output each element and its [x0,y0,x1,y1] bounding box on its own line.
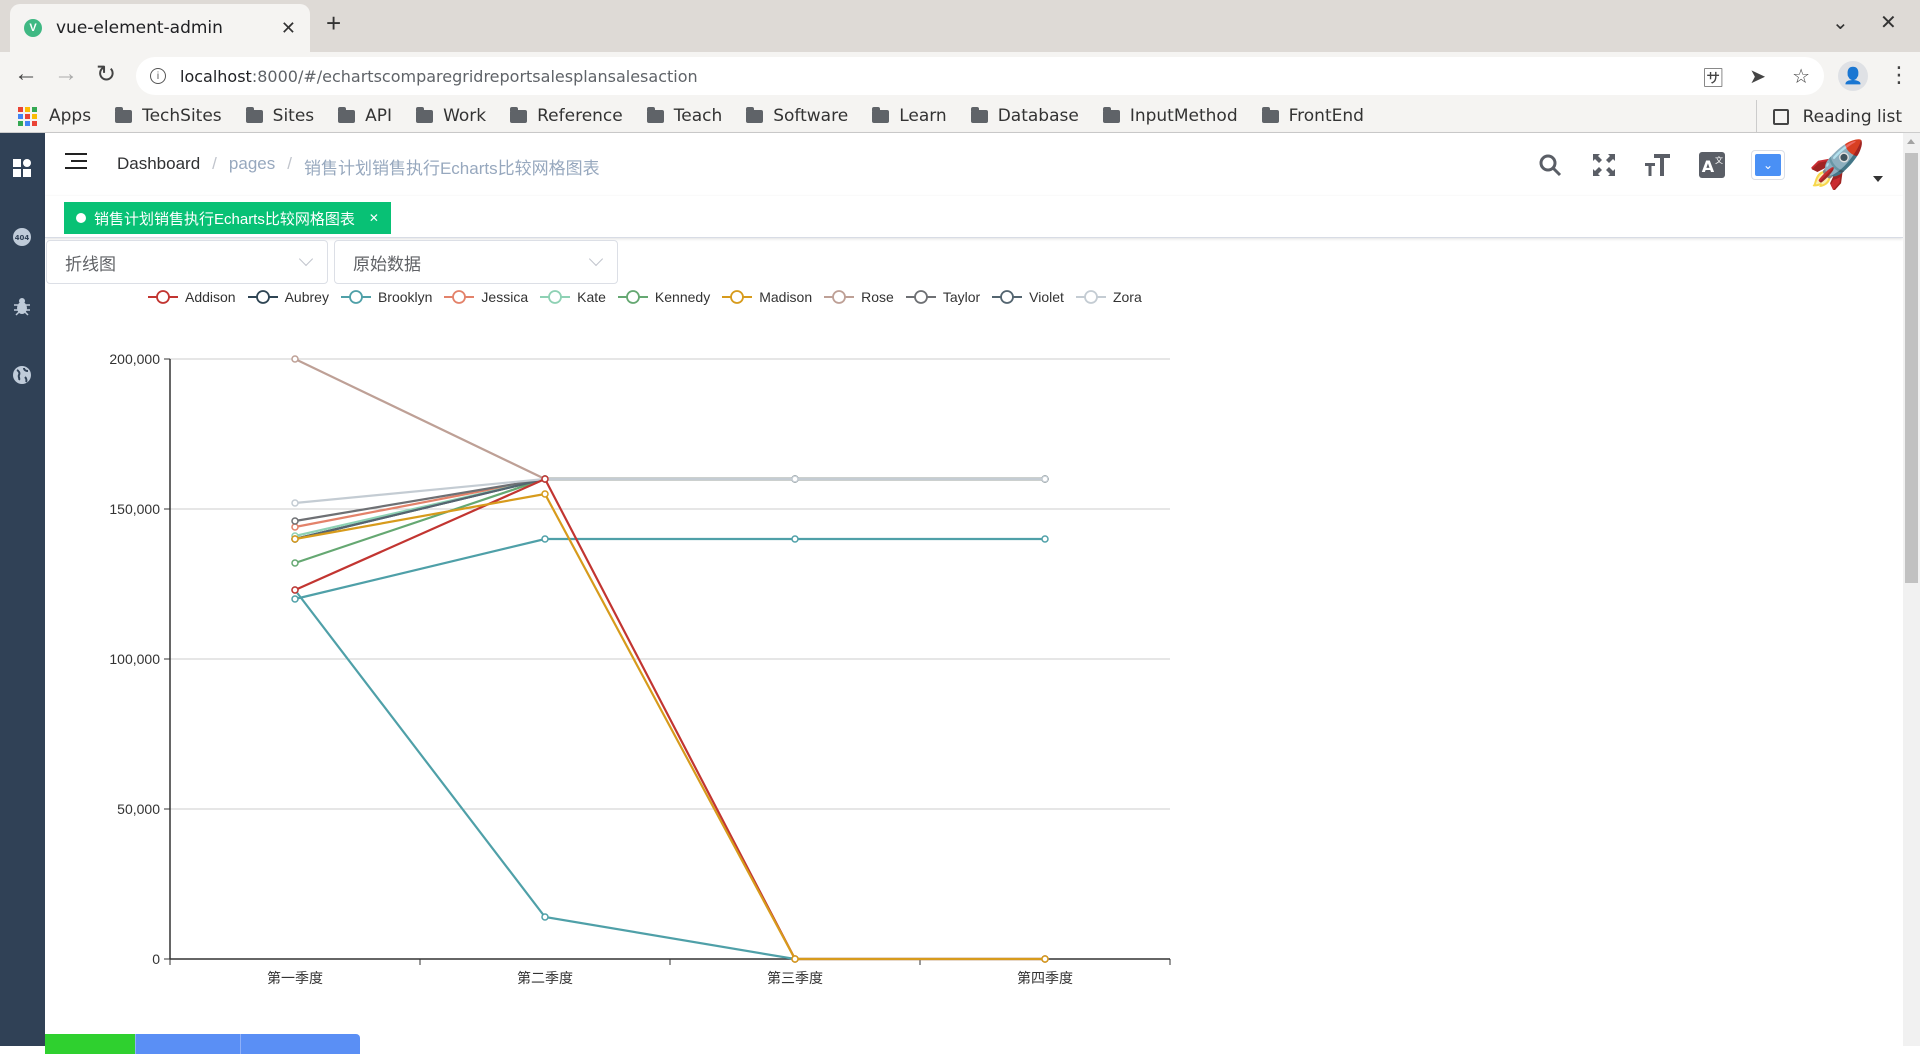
y-tick-label: 100,000 [109,651,160,667]
series-madison-point [1041,955,1049,963]
series-madison-line [294,492,1045,961]
series-brooklyn-point [1041,535,1049,543]
series-brooklyn-point [791,535,799,543]
y-tick-label: 0 [152,951,160,967]
series-rose-line [294,358,1045,481]
series-brooklyn-line [294,537,1045,601]
series-taylor-line [294,477,1045,523]
line-chart: 0 50,000 100,000 150,000 200,000 第一季度 第二季度 第三季度… [109,351,1171,987]
series-zora-point [1041,475,1049,483]
x-tick-label: 第二季度 [517,970,573,987]
series-brooklyn-point [541,535,549,543]
scrollbar-thumb[interactable] [1905,153,1918,583]
bottom-button-2[interactable] [135,1034,240,1054]
series-zora-point [791,475,799,483]
x-tick-label: 第一季度 [267,970,323,987]
series-rose-point [291,355,299,363]
bottom-button-group [45,1034,360,1054]
page-scrollbar[interactable] [1903,133,1920,1046]
y-tick-label: 200,000 [109,351,160,367]
series-kate-line [294,477,1045,538]
series-madison-point [291,535,299,543]
series-unlabeled-line [294,589,1045,961]
series-unlabeled-point [541,913,549,921]
series-madison-point [791,955,799,963]
series-addison-point [541,475,549,483]
bottom-button-1[interactable] [45,1034,135,1054]
x-tick-label: 第四季度 [1017,970,1073,987]
series-madison-point [541,490,549,498]
bottom-button-3[interactable] [240,1034,360,1054]
series-kennedy-point [291,559,299,567]
x-tick-label: 第三季度 [767,970,823,987]
series-taylor-point [291,517,299,525]
series-addison-point [291,586,299,594]
series-zora-point [291,499,299,507]
series-jessica-point [291,523,299,531]
y-tick-label: 50,000 [117,801,160,817]
series-zora-line [294,477,1045,505]
y-tick-label: 150,000 [109,501,160,517]
series-brooklyn-point [291,595,299,603]
scroll-up-arrow-icon[interactable] [1907,139,1915,144]
series-addison-line [294,477,1045,961]
